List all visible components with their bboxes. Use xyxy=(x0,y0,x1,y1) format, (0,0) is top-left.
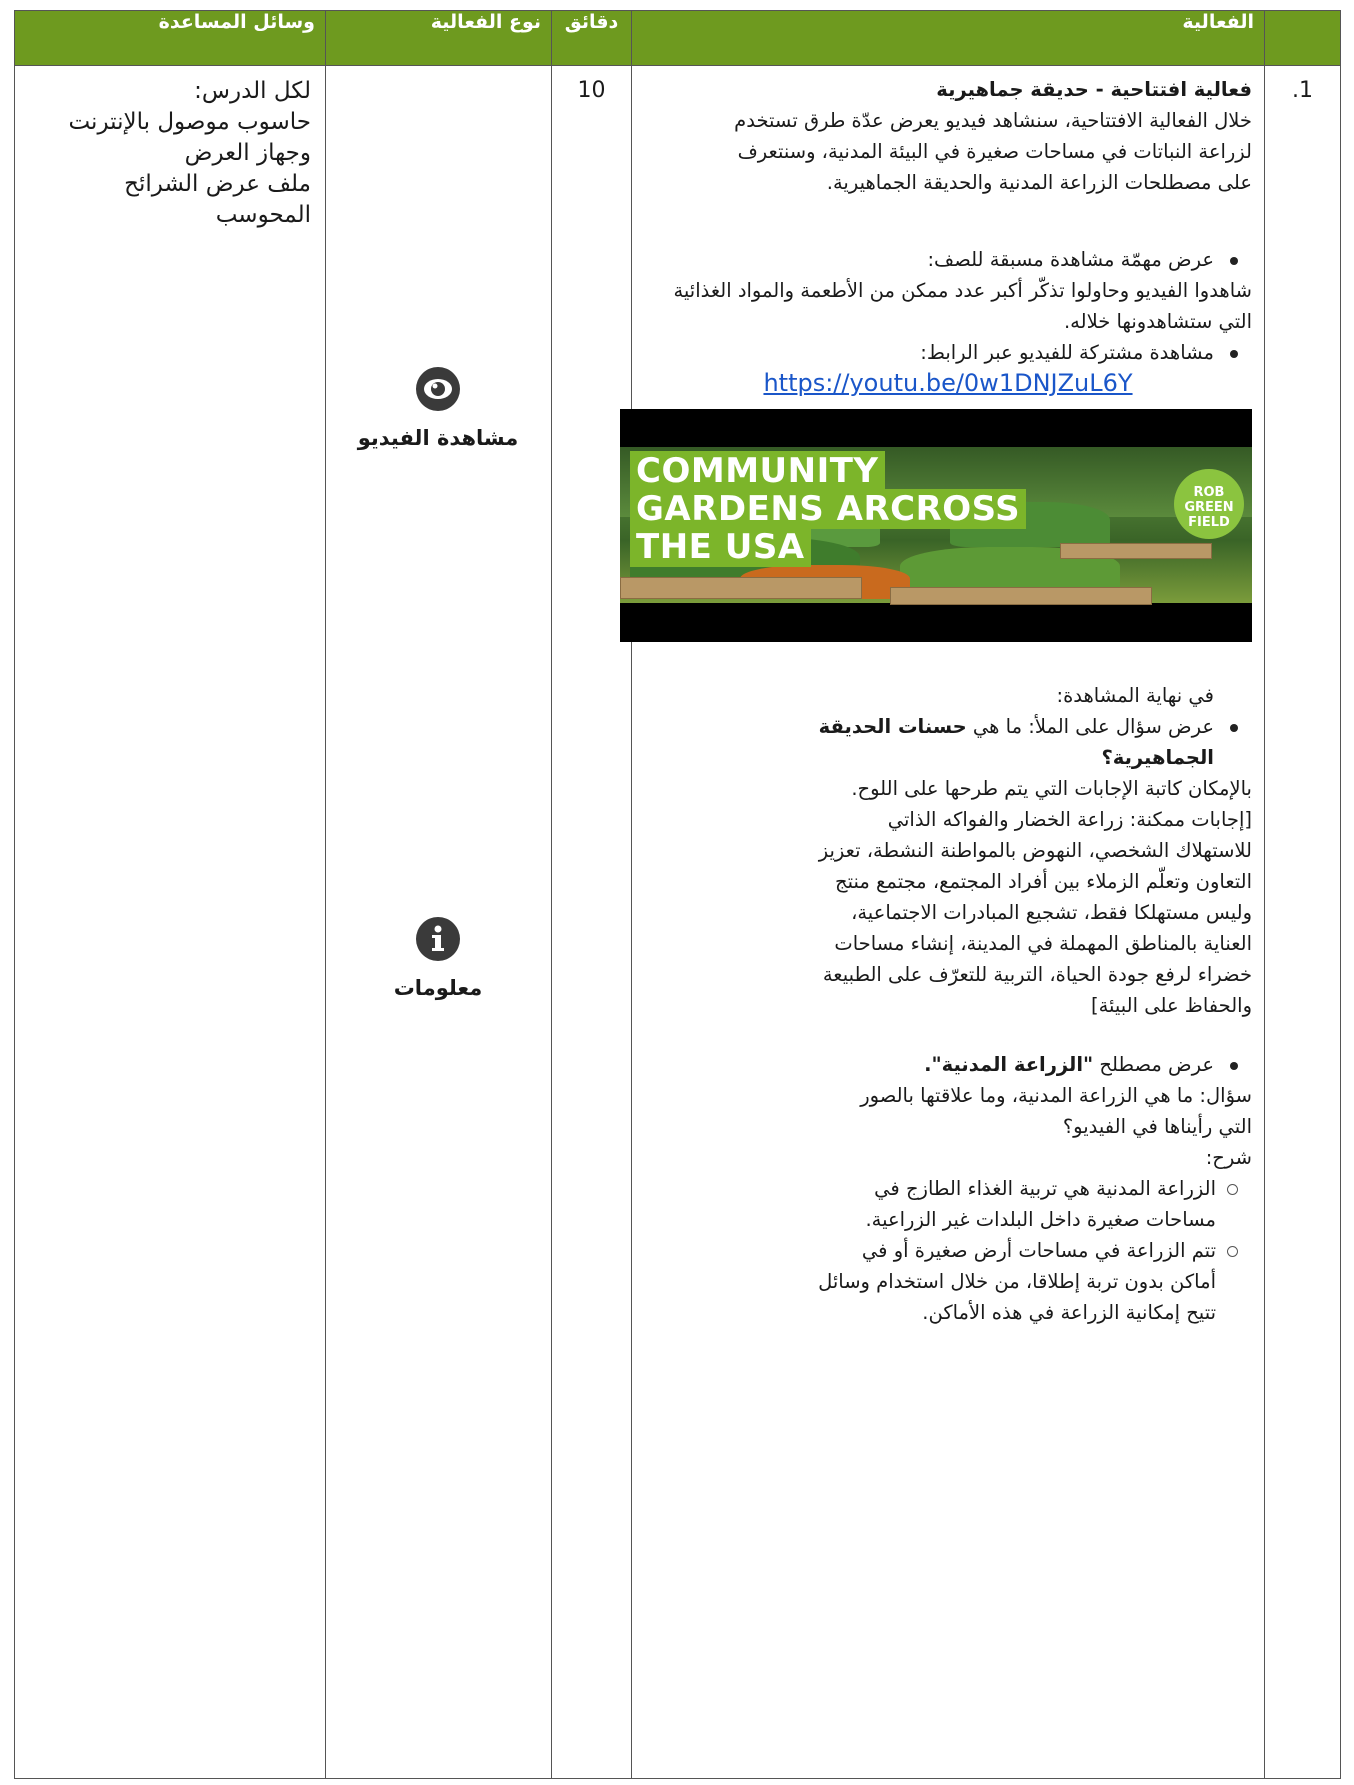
bullet-list-2: عرض سؤال على الملأ: ما هي حسنات الحديقة … xyxy=(644,711,1252,1021)
type-info: معلومات xyxy=(325,916,551,1000)
header-row: الفعالية دقائق نوع الفعالية وسائل المساع… xyxy=(14,10,1341,66)
bullet2-text: مشاهدة مشتركة للفيديو عبر الرابط: xyxy=(920,341,1214,364)
info-icon xyxy=(416,917,460,961)
video-title-line2: GARDENS ARCROSS xyxy=(630,489,1027,529)
video-link[interactable]: https://youtu.be/0w1DNJZuL6Y xyxy=(644,368,1252,399)
header-type: نوع الفعالية xyxy=(325,10,552,66)
header-activity: الفعالية xyxy=(631,10,1265,66)
header-minutes: دقائق xyxy=(551,10,632,66)
bullet-list-3: عرض مصطلح "الزراعة المدنية". سؤال: ما هي… xyxy=(644,1049,1252,1173)
eye-icon xyxy=(416,367,460,411)
type-cell: مشاهدة الفيديو معلومات xyxy=(325,65,552,1779)
bullet4-explain: شرح: xyxy=(1205,1146,1252,1169)
video-title-line1: COMMUNITY xyxy=(630,451,885,491)
sub-list: الزراعة المدنية هي تربية الغذاء الطازج ف… xyxy=(644,1173,1252,1328)
minutes-cell: 10 xyxy=(551,65,632,1779)
activity-table: الفعالية دقائق نوع الفعالية وسائل المساع… xyxy=(14,10,1341,1779)
activity-cell: فعالية افتتاحية - حديقة جماهيرية خلال ال… xyxy=(620,65,1265,1779)
list-item: عرض مهمّة مشاهدة مسبقة للصف: شاهدوا الفي… xyxy=(664,244,1252,337)
list-item: الزراعة المدنية هي تربية الغذاء الطازج ف… xyxy=(814,1173,1252,1235)
aids-line: ملف عرض الشرائح xyxy=(124,171,311,197)
table-row: 1. فعالية افتتاحية - حديقة جماهيرية خلال… xyxy=(14,65,1341,1779)
channel-badge: ROB GREEN FIELD xyxy=(1174,469,1244,539)
bullet1-body: شاهدوا الفيديو وحاولوا تذكّر أكبر عدد مم… xyxy=(673,279,1252,333)
end-watch-label: في نهاية المشاهدة: xyxy=(1056,684,1215,707)
activity-intro: خلال الفعالية الافتتاحية، سنشاهد فيديو ي… xyxy=(734,109,1252,194)
aids-line: وجهاز العرض xyxy=(184,140,311,166)
list-item: تتم الزراعة في مساحات أرض صغيرة أو في أم… xyxy=(814,1235,1252,1328)
video-title-line3: THE USA xyxy=(630,527,811,567)
bullet3-question: عرض سؤال على الملأ: ما هي حسنات الحديقة … xyxy=(818,715,1214,769)
aids-line: حاسوب موصول بالإنترنت xyxy=(68,109,311,135)
video-thumbnail[interactable]: COMMUNITY GARDENS ARCROSS THE USA ROB GR… xyxy=(620,409,1252,642)
aids-line: المحوسب xyxy=(215,202,311,228)
bullet1-title: عرض مهمّة مشاهدة مسبقة للصف: xyxy=(927,248,1214,271)
possible-answers: [إجابات ممكنة: زراعة الخضار والفواكه الذ… xyxy=(818,808,1252,1017)
row-number: 1. xyxy=(1264,65,1341,1779)
list-item: عرض مصطلح "الزراعة المدنية". سؤال: ما هي… xyxy=(814,1049,1252,1173)
activity-title: فعالية افتتاحية - حديقة جماهيرية xyxy=(936,78,1252,101)
list-item: عرض سؤال على الملأ: ما هي حسنات الحديقة … xyxy=(814,711,1252,1021)
aids-cell: لكل الدرس: حاسوب موصول بالإنترنت وجهاز ا… xyxy=(14,65,326,1779)
type-video: مشاهدة الفيديو xyxy=(325,366,551,450)
lesson-plan-page: الفعالية دقائق نوع الفعالية وسائل المساع… xyxy=(0,0,1354,1785)
header-aids: وسائل المساعدة xyxy=(14,10,326,66)
aids-line: لكل الدرس: xyxy=(194,78,311,104)
type-video-label: مشاهدة الفيديو xyxy=(357,426,519,450)
bullet4-term: عرض مصطلح "الزراعة المدنية". xyxy=(924,1053,1214,1076)
bullet-list-1: عرض مهمّة مشاهدة مسبقة للصف: شاهدوا الفي… xyxy=(644,244,1252,368)
bullet3-body: بالإمكان كاتبة الإجابات التي يتم طرحها ع… xyxy=(851,777,1252,800)
type-info-label: معلومات xyxy=(393,976,483,1000)
header-number xyxy=(1264,10,1341,66)
bullet4-question: سؤال: ما هي الزراعة المدنية، وما علاقتها… xyxy=(860,1084,1252,1138)
list-item: مشاهدة مشتركة للفيديو عبر الرابط: xyxy=(664,337,1252,368)
